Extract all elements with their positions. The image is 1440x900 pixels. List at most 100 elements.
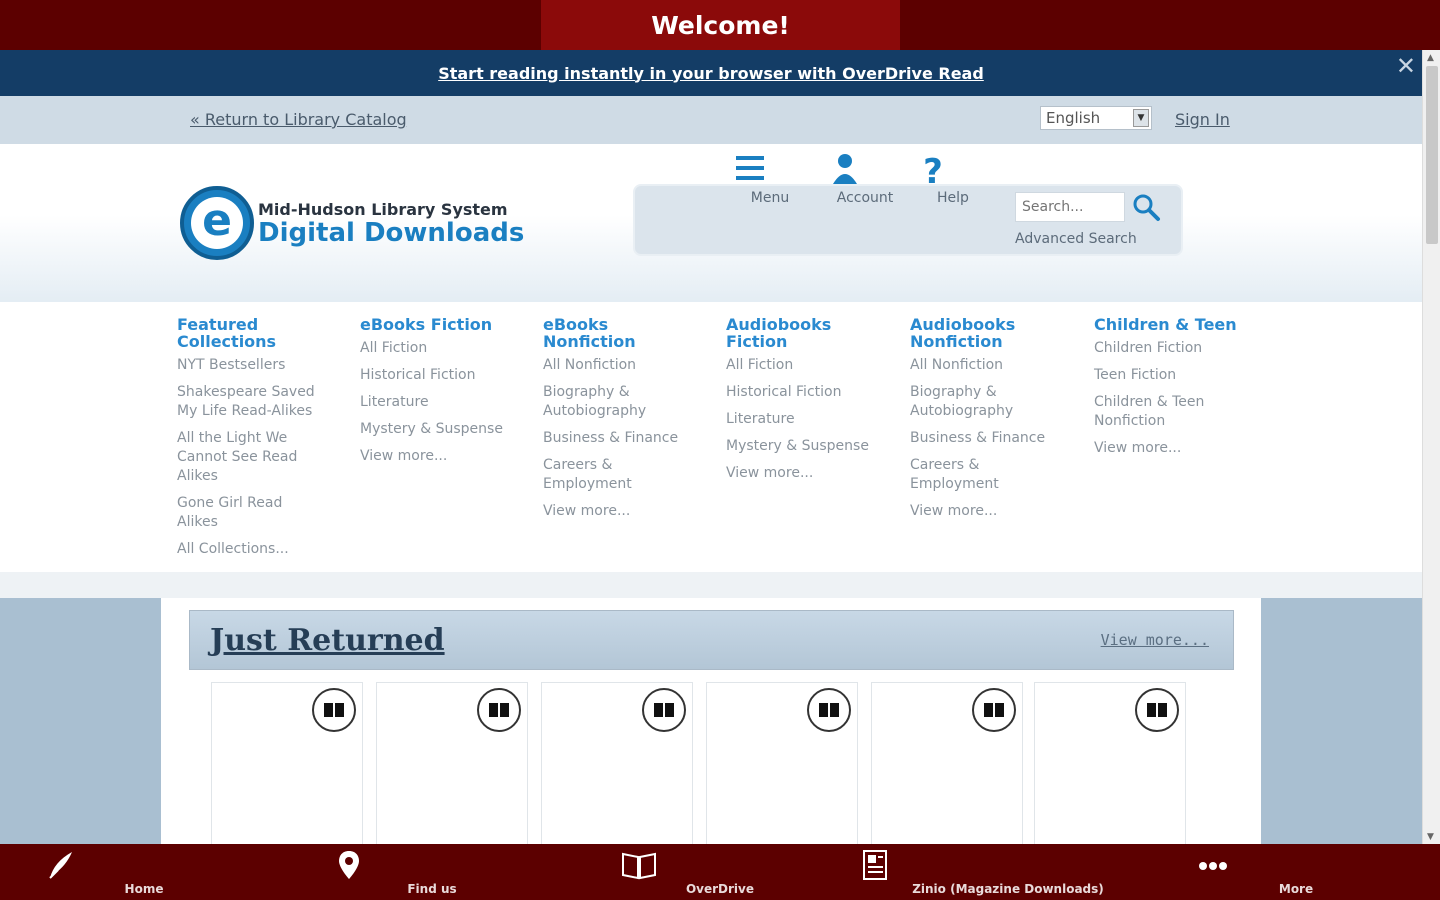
promo-banner: Start reading instantly in your browser … — [0, 50, 1422, 96]
vertical-scrollbar[interactable]: ▲ ▼ — [1422, 50, 1440, 844]
book-cover[interactable] — [211, 682, 363, 844]
category-link[interactable]: Historical Fiction — [726, 383, 896, 402]
category-link[interactable]: Mystery & Suspense — [360, 420, 530, 439]
category-link[interactable]: Business & Finance — [910, 429, 1080, 448]
category-title[interactable]: Featured Collections — [177, 316, 347, 350]
tab-home-label: Home — [124, 882, 164, 896]
help-button[interactable]: ? Help — [913, 150, 993, 206]
just-returned-header: Just Returned View more... — [189, 610, 1234, 670]
category-link[interactable]: View more... — [360, 447, 530, 466]
view-more-link[interactable]: View more... — [1101, 631, 1209, 649]
category-title[interactable]: Audiobooks Fiction — [726, 316, 846, 350]
category-link[interactable]: Business & Finance — [543, 429, 713, 448]
quill-icon — [49, 852, 72, 879]
utility-bar: « Return to Library Catalog English ▼ Si… — [0, 96, 1422, 144]
category-title[interactable]: Audiobooks Nonfiction — [910, 316, 1030, 350]
book-cover[interactable] — [1034, 682, 1186, 844]
category-link[interactable]: Historical Fiction — [360, 366, 530, 385]
sign-in-link[interactable]: Sign In — [1175, 110, 1230, 129]
category-link[interactable]: Teen Fiction — [1094, 366, 1264, 385]
category-title[interactable]: Children & Teen — [1094, 316, 1264, 333]
language-select[interactable]: English ▼ — [1040, 106, 1152, 130]
just-returned-title[interactable]: Just Returned — [210, 623, 445, 658]
bottom-tab-bar: Home Find us OverDrive Zinio (Magazine D… — [0, 844, 1440, 900]
content-area: Just Returned View more... — [0, 598, 1422, 844]
hamburger-icon — [736, 156, 764, 180]
category-link[interactable]: All Nonfiction — [910, 356, 1080, 375]
category-link[interactable]: Literature — [726, 410, 896, 429]
search-input[interactable] — [1015, 192, 1125, 222]
category-link[interactable]: All the Light We Cannot See Read Alikes — [177, 429, 312, 486]
library-logo-icon[interactable]: e — [180, 186, 254, 260]
close-icon[interactable]: ✕ — [1396, 54, 1416, 78]
category-link[interactable]: All Collections... — [177, 540, 347, 559]
tab-home[interactable]: Home — [44, 848, 244, 896]
category-link[interactable]: All Fiction — [360, 339, 530, 358]
tab-find-us[interactable]: Find us — [332, 848, 532, 896]
web-content: Start reading instantly in your browser … — [0, 50, 1440, 844]
category-link[interactable]: Literature — [360, 393, 530, 412]
category-children-teen: Children & Teen Children Fiction Teen Fi… — [1094, 316, 1264, 466]
tab-more-label: More — [1278, 882, 1314, 896]
tab-more[interactable]: More — [1196, 848, 1396, 896]
help-label: Help — [937, 190, 969, 206]
category-link[interactable]: Children & Teen Nonfiction — [1094, 393, 1219, 431]
app-title: Welcome! — [541, 0, 900, 50]
category-link[interactable]: Careers & Employment — [543, 456, 643, 494]
dropdown-arrow-icon[interactable]: ▼ — [1133, 109, 1149, 127]
category-link[interactable]: Biography & Autobiography — [543, 383, 663, 421]
book-cover[interactable] — [706, 682, 858, 844]
logo-site-name[interactable]: Digital Downloads — [258, 218, 524, 248]
menu-button[interactable]: Menu — [730, 150, 810, 206]
category-link[interactable]: Careers & Employment — [910, 456, 1010, 494]
category-link[interactable]: Gone Girl Read Alikes — [177, 494, 297, 532]
tab-overdrive-label: OverDrive — [685, 882, 755, 896]
account-button[interactable]: Account — [825, 150, 905, 206]
ebook-format-icon — [807, 688, 851, 732]
book-cover[interactable] — [541, 682, 693, 844]
scroll-down-icon[interactable]: ▼ — [1427, 832, 1434, 842]
category-link[interactable]: All Fiction — [726, 356, 896, 375]
overdrive-read-link[interactable]: Start reading instantly in your browser … — [438, 64, 984, 83]
ebook-format-icon — [1135, 688, 1179, 732]
search-icon[interactable] — [1131, 192, 1161, 222]
return-to-catalog-link[interactable]: « Return to Library Catalog — [190, 110, 407, 129]
category-nav: Featured Collections NYT Bestsellers Sha… — [0, 302, 1422, 572]
category-featured-collections: Featured Collections NYT Bestsellers Sha… — [177, 316, 347, 567]
category-link[interactable]: View more... — [543, 502, 713, 521]
category-title[interactable]: eBooks Fiction — [360, 316, 530, 333]
category-audiobooks-nonfiction: Audiobooks Nonfiction All Nonfiction Bio… — [910, 316, 1080, 529]
language-value: English — [1046, 109, 1101, 127]
category-link[interactable]: Children Fiction — [1094, 339, 1264, 358]
category-link[interactable]: Shakespeare Saved My Life Read-Alikes — [177, 383, 327, 421]
category-link[interactable]: NYT Bestsellers — [177, 356, 347, 375]
account-label: Account — [836, 190, 894, 206]
tab-overdrive[interactable]: OverDrive — [620, 848, 820, 896]
category-link[interactable]: View more... — [726, 464, 896, 483]
tab-zinio[interactable]: Zinio (Magazine Downloads) — [858, 848, 1158, 896]
category-ebooks-fiction: eBooks Fiction All Fiction Historical Fi… — [360, 316, 530, 474]
category-audiobooks-fiction: Audiobooks Fiction All Fiction Historica… — [726, 316, 896, 491]
category-title[interactable]: eBooks Nonfiction — [543, 316, 653, 350]
user-icon — [833, 154, 857, 184]
book-cover[interactable] — [376, 682, 528, 844]
tab-zinio-label: Zinio (Magazine Downloads) — [912, 882, 1104, 896]
logo-org-name[interactable]: Mid-Hudson Library System — [258, 200, 508, 219]
ebook-format-icon — [477, 688, 521, 732]
question-icon: ? — [923, 152, 943, 190]
just-returned-panel: Just Returned View more... — [161, 598, 1261, 844]
category-link[interactable]: Mystery & Suspense — [726, 437, 896, 456]
category-link[interactable]: View more... — [910, 502, 1080, 521]
category-link[interactable]: All Nonfiction — [543, 356, 713, 375]
category-link[interactable]: View more... — [1094, 439, 1264, 458]
advanced-search-link[interactable]: Advanced Search — [1015, 231, 1137, 247]
book-cover[interactable] — [871, 682, 1023, 844]
scrollbar-thumb[interactable] — [1426, 66, 1438, 244]
magazine-icon — [863, 850, 887, 880]
ebook-format-icon — [972, 688, 1016, 732]
app-bar: Welcome! — [0, 0, 1440, 50]
scroll-up-icon[interactable]: ▲ — [1427, 53, 1434, 63]
tab-find-us-label: Find us — [407, 882, 457, 896]
divider — [0, 572, 1422, 598]
category-link[interactable]: Biography & Autobiography — [910, 383, 1030, 421]
